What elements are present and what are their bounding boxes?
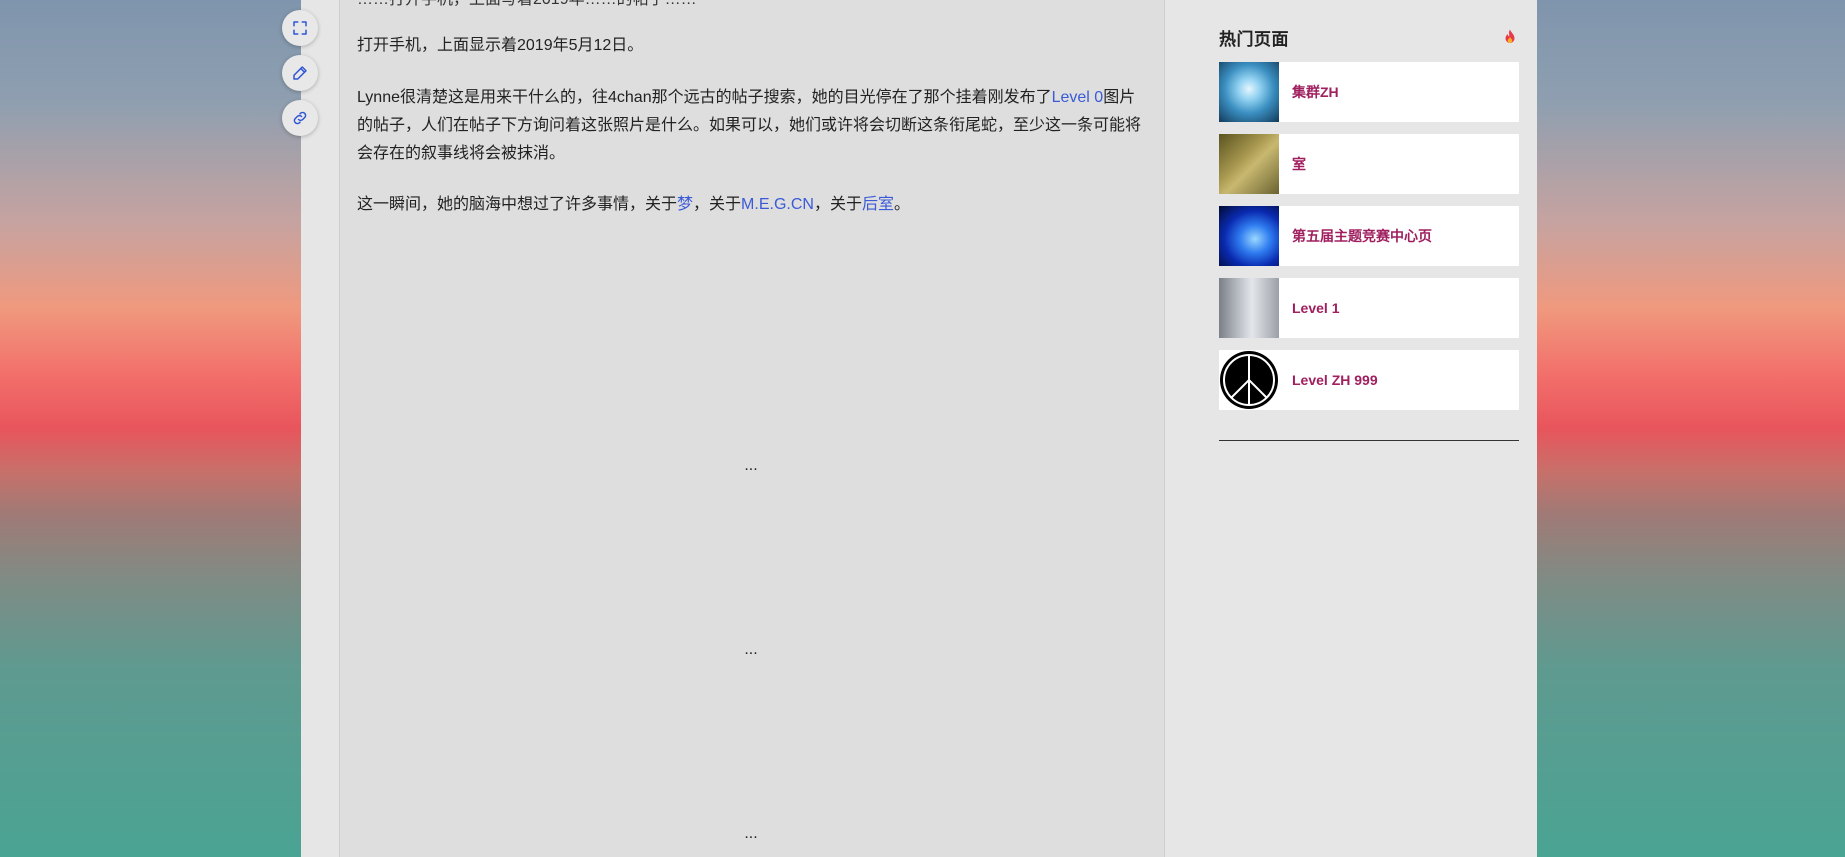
link-icon — [293, 111, 307, 125]
hot-page-label: Level 1 — [1292, 300, 1340, 316]
link-meg-cn[interactable]: M.E.G.CN — [741, 196, 814, 213]
pencil-icon — [293, 66, 307, 80]
hot-pages-sidebar: 热门页面 集群ZH 室 第五届主题竞赛中心页 Level 1 Level ZH … — [1219, 24, 1519, 441]
fullscreen-button[interactable] — [282, 10, 318, 46]
ellipsis-separator: ... — [744, 641, 758, 658]
hot-pages-header: 热门页面 — [1219, 24, 1519, 50]
thumbnail-grey-hallway — [1219, 278, 1279, 338]
hot-pages-title: 热门页面 — [1219, 29, 1289, 49]
hot-page-item-cluster-zh[interactable]: 集群ZH — [1219, 62, 1519, 122]
edit-button[interactable] — [282, 55, 318, 91]
fire-icon — [1505, 29, 1515, 43]
link-level-0[interactable]: Level 0 — [1052, 89, 1104, 106]
paragraph-date: 打开手机，上面显示着2019年5月12日。 — [357, 37, 644, 54]
thumbnail-corridor-blue — [1219, 62, 1279, 122]
hot-page-label: 集群ZH — [1292, 84, 1339, 100]
ellipsis-separator: ... — [744, 825, 758, 842]
paragraph-4chan: Lynne很清楚这是用来干什么的，往4chan那个远古的帖子搜索，她的目光停在了… — [357, 89, 1142, 162]
hot-page-label: 第五届主题竞赛中心页 — [1292, 228, 1432, 244]
hot-page-label: 室 — [1292, 156, 1306, 172]
fullscreen-icon — [293, 21, 307, 35]
paragraph-thoughts: 这一瞬间，她的脑海中想过了许多事情，关于梦，关于M.E.G.CN，关于后室。 — [357, 196, 910, 213]
hot-page-item-level-1[interactable]: Level 1 — [1219, 278, 1519, 338]
hot-pages-list: 集群ZH 室 第五届主题竞赛中心页 Level 1 Level ZH 999 — [1219, 62, 1519, 410]
hot-page-item-contest[interactable]: 第五届主题竞赛中心页 — [1219, 206, 1519, 266]
cutoff-paragraph: ……打开手机，上面写着2019年……的帖子…… — [357, 0, 1145, 14]
peace-symbol-icon — [1219, 350, 1279, 410]
thumbnail-yellow-room — [1219, 134, 1279, 194]
page-tools — [282, 10, 318, 145]
hot-page-item-level-zh-999[interactable]: Level ZH 999 — [1219, 350, 1519, 410]
thumbnail-blue-flame — [1219, 206, 1279, 266]
sidebar-divider — [1219, 440, 1519, 441]
link-dream[interactable]: 梦 — [677, 196, 693, 213]
link-button[interactable] — [282, 100, 318, 136]
link-backrooms[interactable]: 后室 — [862, 196, 894, 213]
hot-page-label: Level ZH 999 — [1292, 372, 1378, 388]
hot-page-item-room[interactable]: 室 — [1219, 134, 1519, 194]
ellipsis-separator: ... — [744, 457, 758, 474]
